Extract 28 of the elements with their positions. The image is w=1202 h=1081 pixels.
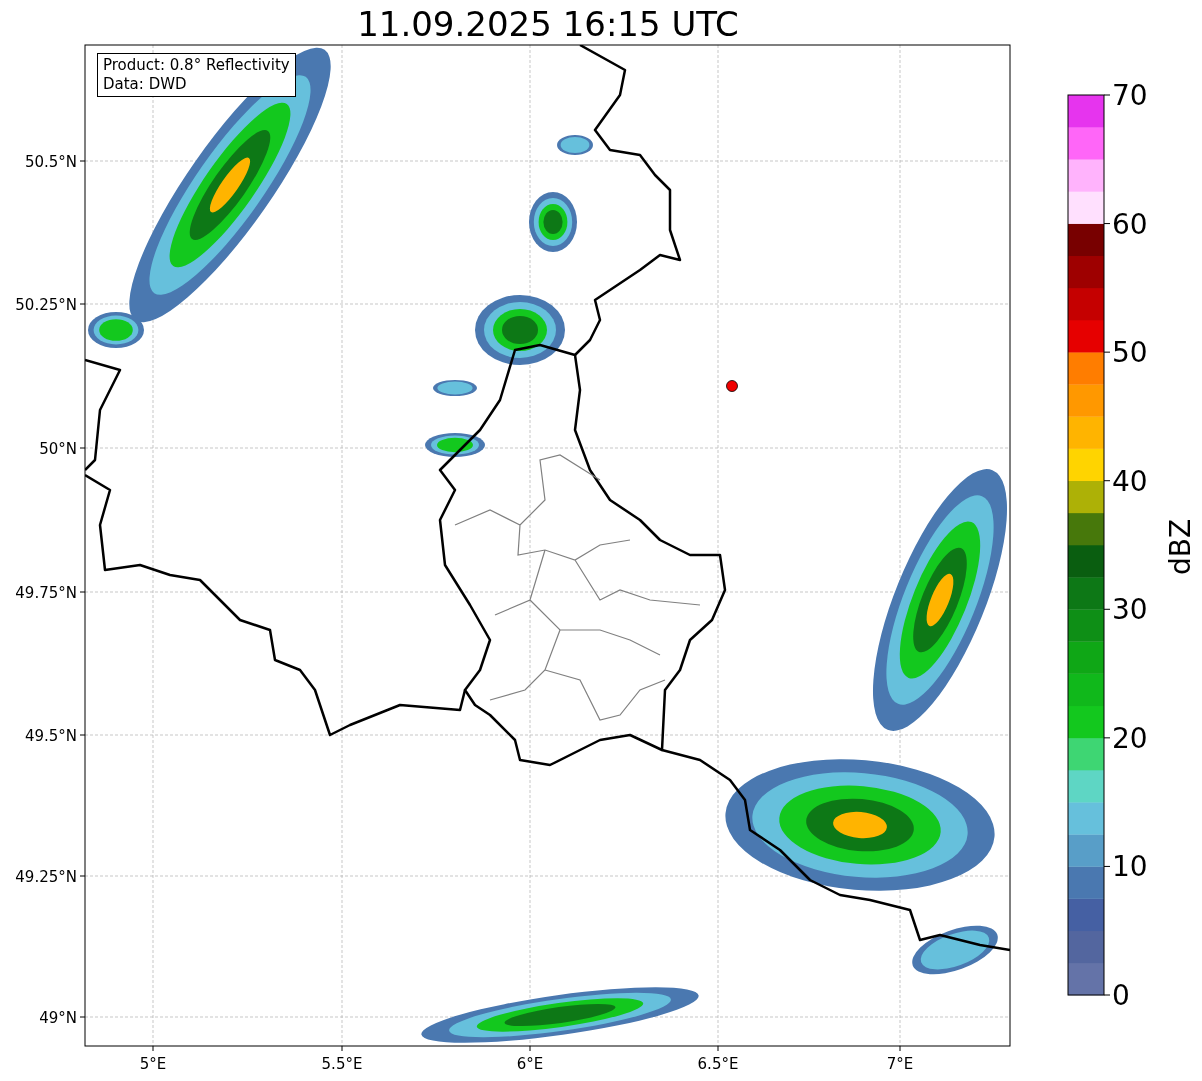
axis-tick-label: 50.5°N — [24, 153, 77, 171]
colorbar-tick-label: 30 — [1112, 593, 1148, 627]
axis-tick-label: 7°E — [886, 1055, 914, 1073]
colorbar-tick-label: 50 — [1112, 336, 1148, 370]
axis-tick-label: 50°N — [39, 440, 77, 458]
colorbar-label: dBZ — [1164, 518, 1197, 576]
axis-tick-label: 49.75°N — [15, 584, 77, 602]
radar-echo — [529, 192, 577, 252]
radar-echo — [557, 135, 593, 155]
colorbar-tick-label: 20 — [1112, 721, 1148, 755]
axis-tick-label: 49.25°N — [15, 868, 77, 886]
colorbar-tick-label: 10 — [1112, 850, 1148, 884]
legend-box: Product: 0.8° Reflectivity Data: DWD — [97, 53, 296, 97]
chart-title: 11.09.2025 16:15 UTC — [357, 4, 739, 44]
location-marker — [726, 380, 738, 392]
axis-tick-label: 49°N — [39, 1009, 77, 1027]
axis-tick-label: 5°E — [139, 1055, 167, 1073]
axis-tick-label: 5.5°E — [321, 1055, 363, 1073]
colorbar-tick-label: 70 — [1112, 79, 1148, 112]
axis-tick-label: 6°E — [516, 1055, 544, 1073]
radar-echo — [433, 380, 477, 396]
axis-tick-label: 49.5°N — [24, 727, 77, 745]
colorbar-tick-label: 60 — [1112, 207, 1148, 241]
colorbar-tick-label: 0 — [1112, 979, 1130, 1012]
colorbar-tick-label: 40 — [1112, 464, 1148, 498]
axis-tick-label: 50.25°N — [15, 296, 77, 314]
radar-echo — [425, 433, 485, 457]
axis-tick-label: 6.5°E — [697, 1055, 739, 1073]
